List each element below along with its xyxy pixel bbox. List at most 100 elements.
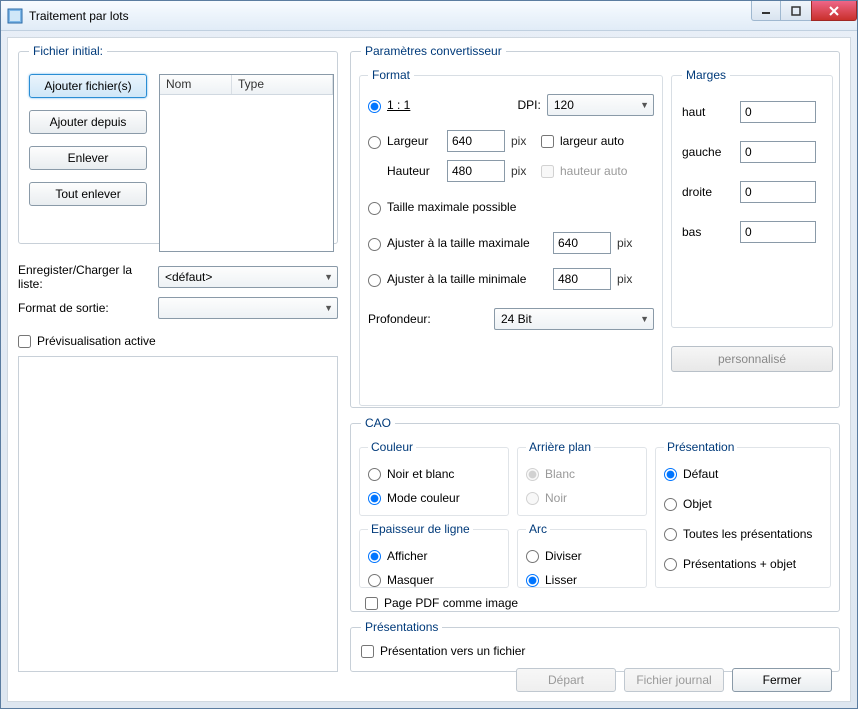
ratio-1-1-radio[interactable]: [368, 100, 381, 113]
close-dialog-button[interactable]: Fermer: [732, 668, 832, 692]
bw-radio[interactable]: [368, 468, 381, 481]
app-icon: [7, 8, 23, 24]
remove-all-button[interactable]: Tout enlever: [29, 182, 147, 206]
margin-top-label: haut: [682, 105, 732, 119]
pdf-as-image-checkbox[interactable]: [365, 597, 378, 610]
preview-checkbox-label: Prévisualisation active: [37, 334, 156, 348]
margins-legend: Marges: [682, 68, 730, 82]
arc-smooth-label: Lisser: [545, 573, 577, 587]
auto-width-label: largeur auto: [560, 134, 624, 148]
depth-combo[interactable]: 24 Bit ▼: [494, 308, 654, 330]
maximize-button[interactable]: [781, 1, 811, 21]
arc-legend: Arc: [526, 522, 550, 536]
height-input[interactable]: [447, 160, 505, 182]
format-group: Format 1 : 1 DPI: 120 ▼ Largeur pix: [359, 68, 663, 406]
pres-object-radio[interactable]: [664, 498, 677, 511]
color-mode-label: Mode couleur: [387, 491, 460, 505]
start-button: Départ: [516, 668, 616, 692]
content-area: Fichier initial: Ajouter fichier(s) Ajou…: [7, 37, 851, 702]
arc-group: Arc Diviser Lisser: [517, 522, 647, 588]
bg-black-label: Noir: [545, 491, 567, 505]
chevron-down-icon: ▼: [640, 100, 649, 110]
dpi-label: DPI:: [518, 98, 541, 112]
add-from-button[interactable]: Ajouter depuis: [29, 110, 147, 134]
linewidth-legend: Epaisseur de ligne: [368, 522, 473, 536]
remove-button[interactable]: Enlever: [29, 146, 147, 170]
save-load-label: Enregister/Charger la liste:: [18, 263, 158, 291]
width-label: Largeur: [387, 134, 441, 148]
column-name[interactable]: Nom: [160, 75, 232, 94]
color-mode-radio[interactable]: [368, 492, 381, 505]
linew-show-label: Afficher: [387, 549, 427, 563]
max-possible-label: Taille maximale possible: [387, 200, 516, 214]
initial-file-legend: Fichier initial:: [29, 44, 107, 58]
titlebar: Traitement par lots: [1, 1, 857, 31]
background-legend: Arrière plan: [526, 440, 594, 454]
fit-max-radio[interactable]: [368, 238, 381, 251]
auto-width-checkbox[interactable]: [541, 135, 554, 148]
linewidth-group: Epaisseur de ligne Afficher Masquer: [359, 522, 509, 588]
auto-height-label: hauteur auto: [560, 164, 627, 178]
presentation-legend: Présentation: [664, 440, 737, 454]
arc-smooth-radio[interactable]: [526, 574, 539, 587]
size-radio[interactable]: [368, 136, 381, 149]
footer: Départ Fichier journal Fermer: [8, 659, 850, 701]
margin-right-input[interactable]: [740, 181, 816, 203]
fit-min-radio[interactable]: [368, 274, 381, 287]
save-load-row: Enregister/Charger la liste: <défaut> ▼: [18, 254, 338, 300]
margin-right-label: droite: [682, 185, 732, 199]
linew-hide-radio[interactable]: [368, 574, 381, 587]
width-input[interactable]: [447, 130, 505, 152]
bg-white-radio: [526, 468, 539, 481]
pres-default-radio[interactable]: [664, 468, 677, 481]
chevron-down-icon: ▼: [640, 314, 649, 324]
close-button[interactable]: [811, 1, 857, 21]
pix-unit: pix: [617, 272, 641, 286]
column-type[interactable]: Type: [232, 75, 333, 94]
linew-show-radio[interactable]: [368, 550, 381, 563]
minimize-icon: [761, 6, 771, 16]
preview-area: [18, 356, 338, 672]
bw-label: Noir et blanc: [387, 467, 454, 481]
fit-max-input[interactable]: [553, 232, 611, 254]
initial-file-group: Fichier initial: Ajouter fichier(s) Ajou…: [18, 44, 338, 244]
add-files-button[interactable]: Ajouter fichier(s): [29, 74, 147, 98]
log-button: Fichier journal: [624, 668, 724, 692]
margin-left-input[interactable]: [740, 141, 816, 163]
chevron-down-icon: ▼: [324, 303, 333, 313]
format-legend: Format: [368, 68, 414, 82]
converter-params-group: Paramètres convertisseur Format 1 : 1 DP…: [350, 44, 840, 408]
custom-button: personnalisé: [671, 346, 833, 372]
pres-default-label: Défaut: [683, 467, 718, 481]
chevron-down-icon: ▼: [324, 272, 333, 282]
linew-hide-label: Masquer: [387, 573, 434, 587]
cao-legend: CAO: [361, 416, 395, 430]
presentation-to-file-checkbox[interactable]: [361, 645, 374, 658]
dpi-combo[interactable]: 120 ▼: [547, 94, 654, 116]
fit-max-label: Ajuster à la taille maximale: [387, 236, 547, 250]
color-group: Couleur Noir et blanc Mode couleur: [359, 440, 509, 516]
pres-object-label: Objet: [683, 497, 712, 511]
margins-group: Marges haut gauche droite bas: [671, 68, 833, 328]
margin-bottom-input[interactable]: [740, 221, 816, 243]
pres-all-obj-label: Présentations + objet: [683, 557, 796, 571]
presentation-group: Présentation Défaut Objet Toutes les pré…: [655, 440, 831, 588]
file-list[interactable]: Nom Type: [159, 74, 334, 252]
arc-divide-label: Diviser: [545, 549, 582, 563]
batch-window: Traitement par lots Fichier initial: Ajo…: [0, 0, 858, 709]
margin-top-input[interactable]: [740, 101, 816, 123]
fit-min-input[interactable]: [553, 268, 611, 290]
save-load-combo[interactable]: <défaut> ▼: [158, 266, 338, 288]
pix-unit: pix: [617, 236, 641, 250]
pres-all-radio[interactable]: [664, 528, 677, 541]
pres-all-obj-radio[interactable]: [664, 558, 677, 571]
max-possible-radio[interactable]: [368, 202, 381, 215]
output-format-combo[interactable]: ▼: [158, 297, 338, 319]
pix-unit: pix: [511, 164, 535, 178]
height-label: Hauteur: [387, 164, 441, 178]
pdf-as-image-label: Page PDF comme image: [384, 596, 518, 610]
preview-checkbox[interactable]: [18, 335, 31, 348]
arc-divide-radio[interactable]: [526, 550, 539, 563]
bg-black-radio: [526, 492, 539, 505]
minimize-button[interactable]: [751, 1, 781, 21]
